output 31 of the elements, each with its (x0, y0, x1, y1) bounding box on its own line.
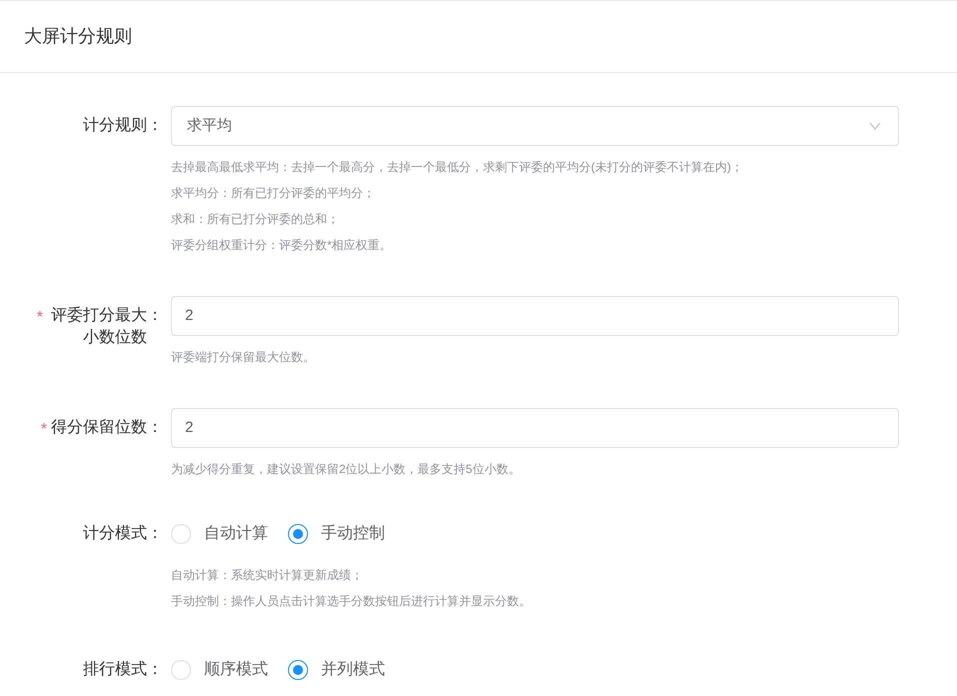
help-text: 自动计算：系统实时计算更新成绩； (171, 567, 364, 584)
help-text: 手动控制：操作人员点击计算选手分数按钮后进行计算并显示分数。 (171, 593, 531, 610)
field-label: 得分保留位数 (51, 418, 147, 438)
radio-button[interactable] (288, 660, 308, 680)
radio-option[interactable]: 手动控制 (288, 522, 385, 546)
label-colon: ： (147, 418, 163, 438)
label-colon: ： (147, 524, 163, 544)
field-label: 计分模式 (83, 524, 147, 544)
help-text: 评委分组权重计分：评委分数*相应权重。 (171, 237, 393, 254)
help-text: 求和：所有已打分评委的总和； (171, 211, 340, 228)
help-text: 评委端打分保留最大位数。 (171, 349, 316, 366)
radio-option[interactable]: 并列模式 (288, 658, 385, 682)
required-mark: * (40, 420, 47, 440)
label-colon: ： (147, 660, 163, 680)
select-value: 求平均 (187, 116, 232, 136)
radio-button[interactable] (288, 524, 308, 544)
field-label: 排行模式 (83, 660, 147, 680)
required-mark: * (36, 308, 43, 328)
field-label: 计分规则 (83, 116, 147, 136)
radio-option[interactable]: 自动计算 (171, 522, 268, 546)
input-field[interactable]: 2 (171, 408, 899, 448)
input-field[interactable]: 2 (171, 296, 899, 336)
label-colon: ： (147, 306, 163, 326)
page-title: 大屏计分规则 (24, 25, 132, 48)
field-label: 评委打分最大小数位数 (50, 306, 147, 348)
help-text: 为减少得分重复，建议设置保留2位以上小数，最多支持5位小数。 (171, 461, 522, 478)
label-colon: ： (147, 116, 163, 136)
help-text: 去掉最高最低求平均：去掉一个最高分，去掉一个最低分，求剩下评委的平均分(未打分的评委不计算在内)； (171, 159, 744, 176)
select-field[interactable]: 求平均 (171, 106, 899, 146)
radio-option[interactable]: 顺序模式 (171, 658, 268, 682)
help-text: 求平均分：所有已打分评委的平均分； (171, 185, 376, 202)
